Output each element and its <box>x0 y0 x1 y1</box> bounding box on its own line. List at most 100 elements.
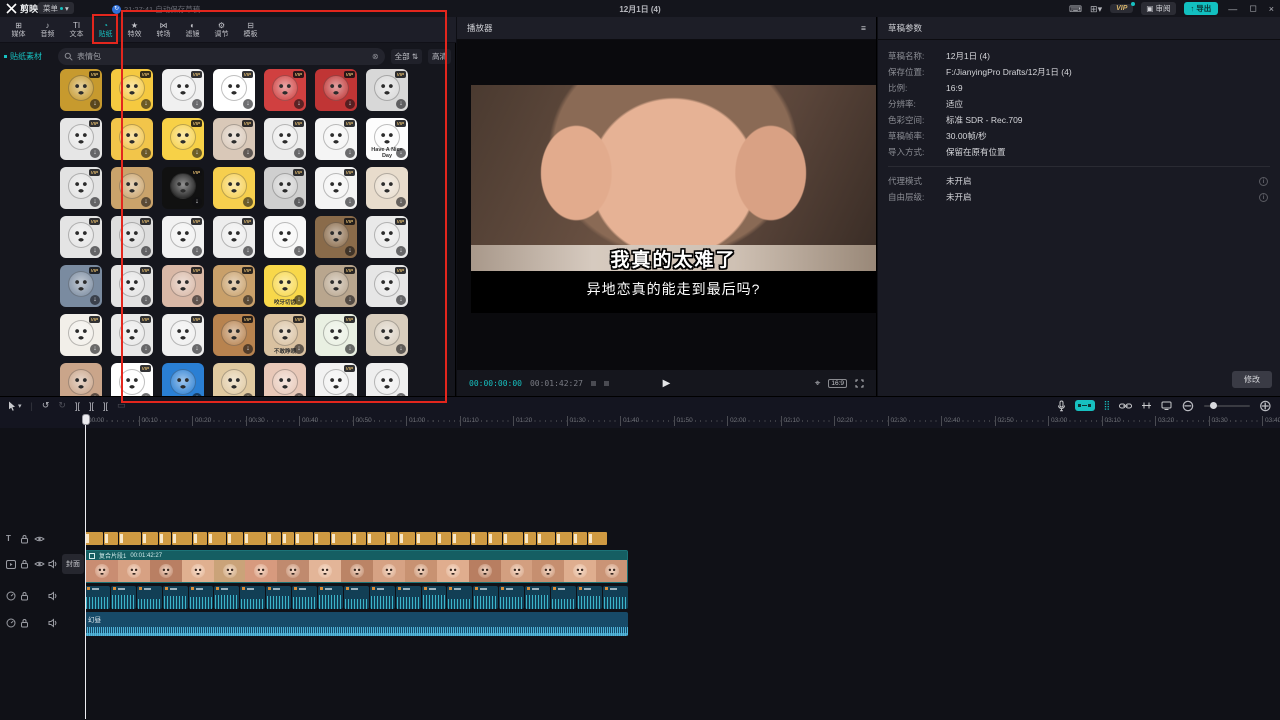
download-icon[interactable]: ↓ <box>345 197 355 207</box>
modify-button[interactable]: 修改 <box>1232 371 1272 388</box>
zoom-out-icon[interactable]: ⊖ <box>1181 396 1194 416</box>
timeline-ruler[interactable]: 00:0000:1000:2000:3000:4000:5001:0001:10… <box>0 414 1280 428</box>
main-track-magnet-toggle[interactable] <box>1075 400 1095 411</box>
download-icon[interactable]: ↓ <box>192 344 202 354</box>
frame-step-icon[interactable] <box>591 381 596 386</box>
subtitle-segment[interactable] <box>503 532 523 545</box>
subtitle-segment[interactable] <box>573 532 587 545</box>
subtitle-segment[interactable] <box>452 532 470 545</box>
sticker-tile[interactable]: VIP↓ <box>60 69 102 111</box>
sticker-tile[interactable]: VIP↓ <box>366 69 408 111</box>
sticker-tile[interactable]: VIP↓ <box>315 118 357 160</box>
filmstrip-thumb[interactable] <box>501 560 533 582</box>
filmstrip-thumb[interactable] <box>437 560 469 582</box>
timeline-zoom-slider[interactable] <box>1204 405 1250 407</box>
sticker-tile[interactable]: ↓ <box>366 167 408 209</box>
sticker-tile[interactable]: ↓ <box>111 118 153 160</box>
audio-segment[interactable] <box>525 586 550 609</box>
search-bar[interactable]: ⊗ <box>58 48 385 65</box>
sticker-tile[interactable]: ↓ <box>213 167 255 209</box>
maximize-button[interactable]: ◻ <box>1247 3 1258 14</box>
subtitle-segment[interactable] <box>386 532 398 545</box>
download-icon[interactable]: ↓ <box>294 295 304 305</box>
player-menu-icon[interactable]: ≡ <box>861 23 866 33</box>
audio-segment[interactable] <box>240 586 265 609</box>
download-icon[interactable]: ↓ <box>243 344 253 354</box>
audio-track1-lock-icon[interactable] <box>20 591 29 601</box>
play-button[interactable]: ▶ <box>663 378 671 389</box>
tab-sticker[interactable]: ◔贴纸 <box>91 17 120 42</box>
video-clip[interactable]: 复合片段1 00:01:42:27 <box>85 550 628 583</box>
subtitle-segment[interactable] <box>295 532 313 545</box>
quality-toggle-button[interactable]: 高清 <box>428 49 451 64</box>
export-button[interactable]: ↑导出 <box>1184 2 1219 15</box>
sticker-tile[interactable]: VIP↓ <box>111 69 153 111</box>
sticker-tile[interactable]: VIP↓ <box>264 118 306 160</box>
sticker-tile[interactable]: VIP↓ <box>111 265 153 307</box>
video-track-lock-icon[interactable] <box>20 559 29 569</box>
download-icon[interactable]: ↓ <box>345 99 355 109</box>
audio-segment[interactable] <box>292 586 317 609</box>
download-icon[interactable]: ↓ <box>294 246 304 256</box>
audio-segment[interactable] <box>189 586 214 609</box>
sticker-tile[interactable]: VIP↓ <box>162 265 204 307</box>
audio-segment[interactable] <box>137 586 162 609</box>
download-icon[interactable]: ↓ <box>90 148 100 158</box>
filmstrip-thumb[interactable] <box>86 560 118 582</box>
sticker-tile[interactable]: ↓ <box>264 363 306 396</box>
filmstrip-thumb[interactable] <box>277 560 309 582</box>
minimize-button[interactable]: — <box>1226 4 1239 14</box>
audio-segment[interactable] <box>214 586 239 609</box>
subtitle-segment[interactable] <box>208 532 226 545</box>
sticker-tile[interactable]: VIP↓ <box>213 216 255 258</box>
subtitle-segment[interactable] <box>416 532 436 545</box>
sticker-tile[interactable]: VIP↓ <box>60 216 102 258</box>
sticker-tile[interactable]: 不敢睁眼VIP↓ <box>264 314 306 356</box>
download-icon[interactable]: ↓ <box>243 246 253 256</box>
tab-adjust[interactable]: ⚙调节 <box>207 17 236 42</box>
audio-track1-mute-icon[interactable] <box>48 591 58 601</box>
tab-template[interactable]: ⊟模板 <box>236 17 265 42</box>
filmstrip-thumb[interactable] <box>373 560 405 582</box>
filmstrip-thumb[interactable] <box>309 560 341 582</box>
download-icon[interactable]: ↓ <box>192 295 202 305</box>
sticker-tile[interactable]: 拿捏↓ <box>162 363 204 396</box>
zoom-in-icon[interactable]: ⊕ <box>1259 396 1272 416</box>
download-icon[interactable]: ↓ <box>141 295 151 305</box>
download-icon[interactable]: ↓ <box>243 197 253 207</box>
subtitle-segment[interactable] <box>471 532 487 545</box>
download-icon[interactable]: ↓ <box>141 246 151 256</box>
shortcut-keyboard-icon[interactable]: ⌨ <box>1069 4 1082 14</box>
undo-button[interactable]: ↺ <box>42 400 50 411</box>
filmstrip-thumb[interactable] <box>341 560 373 582</box>
vip-badge[interactable]: VIP <box>1110 4 1133 13</box>
subtitle-segment[interactable] <box>142 532 158 545</box>
sticker-tile[interactable]: VIP↓ <box>60 314 102 356</box>
audio-segment[interactable] <box>163 586 188 609</box>
video-preview[interactable]: 我真的太难了 异地恋真的能走到最后吗? <box>471 85 876 313</box>
download-icon[interactable]: ↓ <box>243 148 253 158</box>
filmstrip-thumb[interactable] <box>405 560 437 582</box>
subtitle-segment[interactable] <box>104 532 118 545</box>
download-icon[interactable]: ↓ <box>345 295 355 305</box>
audio-clip-music[interactable]: 幻昼 <box>85 612 628 636</box>
audio-segment[interactable] <box>318 586 343 609</box>
download-icon[interactable]: ↓ <box>141 99 151 109</box>
filmstrip-thumb[interactable] <box>469 560 501 582</box>
sticker-tile[interactable]: VIP↓ <box>315 69 357 111</box>
delete-button[interactable]: ▭ <box>117 400 126 411</box>
tab-transition[interactable]: ⋈转场 <box>149 17 178 42</box>
sticker-tile[interactable]: VIP↓ <box>213 314 255 356</box>
filmstrip-thumb[interactable] <box>214 560 246 582</box>
audio-segment[interactable] <box>344 586 369 609</box>
sticker-tile[interactable]: VIP↓ <box>213 265 255 307</box>
audio-track2-lock-icon[interactable] <box>20 618 29 628</box>
redo-button[interactable]: ↻ <box>58 400 66 411</box>
audio-segment[interactable] <box>551 586 576 609</box>
sticker-tile[interactable]: VIP↓ <box>315 314 357 356</box>
download-icon[interactable]: ↓ <box>345 148 355 158</box>
sticker-tile[interactable]: VIP↓ <box>162 216 204 258</box>
sticker-tile[interactable]: VIP↓ <box>213 69 255 111</box>
filmstrip-thumb[interactable] <box>245 560 277 582</box>
audio-segment[interactable] <box>422 586 447 609</box>
